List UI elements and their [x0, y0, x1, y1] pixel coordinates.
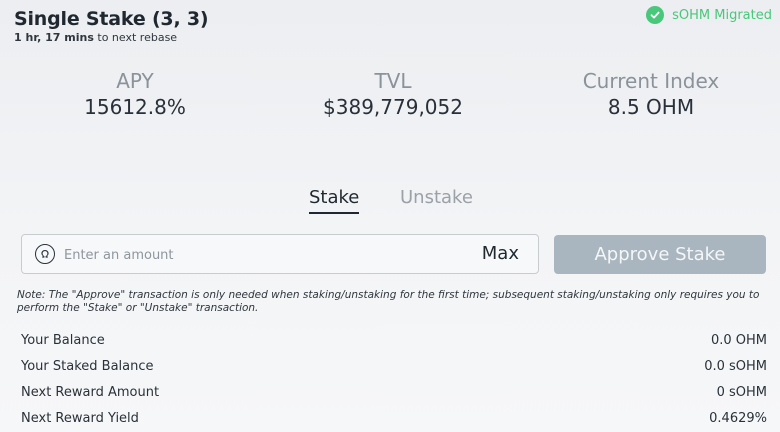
migration-status-text: sOHM Migrated [672, 7, 772, 23]
max-button[interactable]: Max [482, 243, 519, 265]
approve-note: Note: The "Approve" transaction is only … [17, 289, 760, 314]
metric-value: 8.5 OHM [607, 95, 695, 119]
amount-input[interactable] [62, 243, 446, 267]
stat-value: 0.4629% [709, 411, 767, 426]
rebase-suffix: to next rebase [93, 31, 178, 44]
tab-unstake[interactable]: Unstake [400, 186, 473, 210]
stat-label: Next Reward Yield [21, 411, 139, 426]
stat-value: 0.0 OHM [710, 333, 767, 348]
metric-label: APY [116, 69, 154, 93]
stat-label: Your Staked Balance [21, 359, 154, 374]
stat-row-next-reward-yield: Next Reward Yield 0.4629% [21, 406, 767, 432]
approve-stake-button[interactable]: Approve Stake [554, 235, 766, 274]
stat-row-staked-balance: Your Staked Balance 0.0 sOHM [21, 354, 767, 380]
amount-field[interactable]: Max [21, 234, 539, 274]
page-title: Single Stake (3, 3) [14, 8, 209, 30]
stat-label: Your Balance [21, 333, 105, 348]
metric-current-index: Current Index 8.5 OHM [541, 68, 761, 120]
metrics-row: APY 15612.8% TVL $389,779,052 Current In… [0, 68, 780, 128]
rebase-countdown: 1 hr, 17 mins to next rebase [14, 32, 208, 44]
metric-value: $389,779,052 [323, 95, 463, 119]
metric-apy: APY 15612.8% [25, 68, 245, 120]
tab-stake[interactable]: Stake [309, 186, 360, 214]
stat-value: 0 sOHM [716, 385, 767, 400]
check-circle-icon [646, 6, 665, 24]
stat-value: 0.0 sOHM [704, 359, 767, 374]
metric-value: 15612.8% [84, 95, 186, 119]
stat-row-next-reward-amount: Next Reward Amount 0 sOHM [21, 380, 767, 406]
stake-stats: Your Balance 0.0 OHM Your Staked Balance… [21, 328, 767, 432]
rebase-time: 1 hr, 17 mins [14, 31, 94, 44]
metric-tvl: TVL $389,779,052 [283, 68, 503, 120]
metric-label: Current Index [582, 69, 720, 93]
card-header: Single Stake (3, 3) 1 hr, 17 mins to nex… [14, 6, 209, 44]
stat-row-your-balance: Your Balance 0.0 OHM [21, 328, 767, 354]
migration-status: sOHM Migrated [646, 6, 772, 24]
stat-label: Next Reward Amount [21, 385, 160, 400]
stake-tabs: Stake Unstake [300, 186, 500, 216]
metric-label: TVL [374, 69, 412, 93]
ohm-token-icon [35, 244, 55, 264]
